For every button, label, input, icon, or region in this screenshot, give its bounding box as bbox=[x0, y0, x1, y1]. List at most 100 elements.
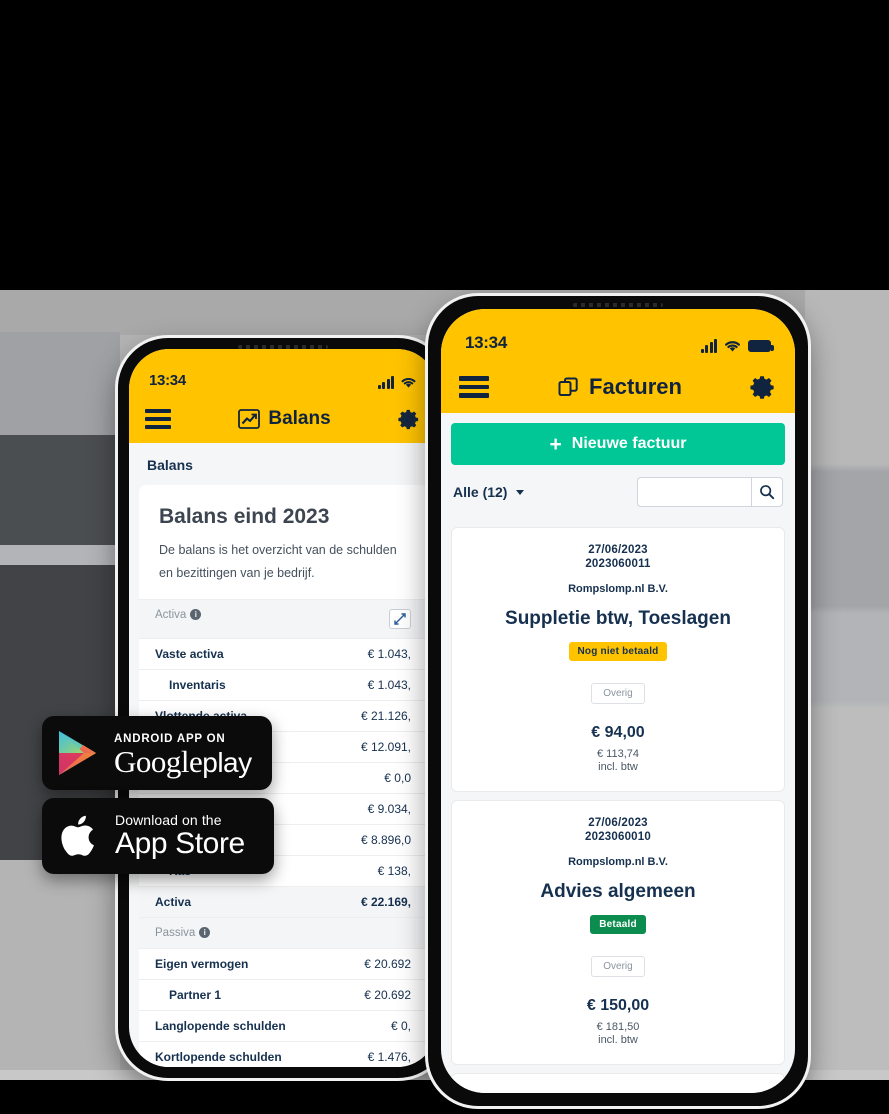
row-value: € 21.126, bbox=[322, 700, 427, 732]
bg-band bbox=[0, 332, 120, 435]
wifi-icon bbox=[401, 377, 416, 388]
bg-block bbox=[0, 435, 120, 545]
balans-description: De balans is het overzicht van de schuld… bbox=[159, 543, 397, 581]
hamburger-menu-icon[interactable] bbox=[145, 409, 171, 429]
row-value: € 1.476, bbox=[333, 1041, 427, 1067]
table-total-row: Activa € 22.169, bbox=[139, 886, 427, 918]
category-chip: Overig bbox=[591, 683, 645, 704]
phone-balans-screen: 13:34 Balans Balans Balans eind 2023 De … bbox=[129, 349, 437, 1067]
row-value: € 8.896,0 bbox=[322, 824, 427, 856]
bg-block bbox=[0, 545, 120, 565]
invoice-filter-dropdown[interactable]: Alle (12) bbox=[453, 484, 525, 500]
section-name: Passiva bbox=[155, 927, 196, 940]
search-input[interactable] bbox=[637, 477, 751, 507]
table-row[interactable]: Kortlopende schulden € 1.476, bbox=[139, 1041, 427, 1067]
total-label: Activa bbox=[139, 886, 323, 918]
info-icon[interactable]: i bbox=[199, 927, 211, 939]
invoice-card[interactable]: 27/06/2023 2023060010 Rompslomp.nl B.V. … bbox=[451, 800, 785, 1065]
invoice-number: 2023060011 bbox=[585, 558, 651, 570]
invoice-filter-label: Alle (12) bbox=[453, 484, 508, 500]
app-bar: Facturen bbox=[441, 361, 795, 413]
row-label: Inventaris bbox=[139, 669, 323, 701]
signal-bars-icon bbox=[700, 339, 717, 353]
invoice-amount-incl: € 181,50 bbox=[596, 1021, 640, 1033]
app-store-text: Download on the App Store bbox=[115, 813, 245, 859]
invoice-amount-note: incl. btw bbox=[598, 1034, 638, 1046]
section-header-row: Activa i bbox=[139, 599, 427, 639]
filter-bar: Alle (12) bbox=[441, 465, 795, 519]
balans-table-passiva: Passiva i Eigen vermogen € 20.692 Partner 1 €… bbox=[139, 917, 427, 1067]
app-bar-title: Facturen bbox=[557, 374, 682, 400]
row-value: € 12.091, bbox=[322, 731, 427, 763]
invoice-client: Rompslomp.nl B.V. bbox=[568, 583, 668, 595]
phone-facturen-screen: 13:34 Facturen + Nieuwe factuur Alle (12… bbox=[441, 309, 795, 1093]
apple-logo-icon bbox=[61, 815, 94, 856]
row-value: € 0, bbox=[333, 1010, 427, 1042]
table-row[interactable]: Langlopende schulden € 0, bbox=[139, 1010, 427, 1042]
search-button[interactable] bbox=[751, 477, 783, 507]
status-bar: 13:34 bbox=[129, 349, 437, 395]
new-invoice-label: Nieuwe factuur bbox=[571, 435, 687, 452]
category-chip: Overig bbox=[591, 956, 645, 977]
hamburger-menu-icon[interactable] bbox=[459, 376, 489, 398]
row-value: € 9.034, bbox=[322, 793, 427, 825]
status-icon-group bbox=[700, 339, 774, 353]
invoice-amount-incl: € 113,74 bbox=[596, 748, 639, 760]
signal-bars-icon bbox=[377, 376, 394, 389]
google-play-triangle-icon bbox=[59, 731, 96, 775]
invoice-client: Rompslomp.nl B.V. bbox=[568, 856, 668, 868]
battery-icon bbox=[748, 340, 774, 352]
status-clock: 13:34 bbox=[465, 333, 507, 352]
table-row[interactable]: Vaste activa € 1.043, bbox=[139, 638, 427, 670]
row-label: Vaste activa bbox=[139, 638, 323, 670]
app-bar-title: Balans bbox=[238, 408, 331, 430]
row-value: € 0,0 bbox=[322, 762, 427, 794]
info-icon[interactable]: i bbox=[190, 609, 202, 621]
app-store-badge[interactable]: Download on the App Store bbox=[42, 798, 274, 874]
google-play-text: ANDROID APP ON Googleplay bbox=[114, 730, 252, 777]
status-bar: 13:34 bbox=[441, 309, 795, 361]
chevron-down-icon bbox=[516, 490, 525, 495]
expand-arrows-icon-button[interactable] bbox=[389, 609, 411, 630]
gear-icon[interactable] bbox=[750, 374, 777, 401]
search-icon bbox=[760, 485, 775, 500]
speaker-grille bbox=[238, 345, 328, 349]
invoice-date: 27/06/2023 bbox=[588, 544, 648, 556]
app-store-line1: Download on the bbox=[115, 812, 222, 828]
app-bar-title-text: Facturen bbox=[589, 374, 682, 399]
invoice-title: Advies algemeen bbox=[540, 881, 696, 902]
table-row[interactable]: Partner 1 € 20.692 bbox=[139, 979, 427, 1011]
phone-balans: 13:34 Balans Balans Balans eind 2023 De … bbox=[118, 338, 448, 1078]
invoice-date: 27/06/2023 bbox=[588, 817, 648, 829]
status-badge: Betaald bbox=[590, 915, 646, 934]
app-bar-title-text: Balans bbox=[268, 408, 331, 429]
section-header-row: Passiva i bbox=[139, 917, 427, 949]
row-value: € 1.043, bbox=[322, 669, 427, 701]
documents-stack-icon bbox=[558, 377, 578, 396]
balans-heading: Balans eind 2023 bbox=[159, 505, 330, 528]
plus-icon: + bbox=[549, 432, 562, 456]
page-title: Balans bbox=[129, 443, 437, 485]
gear-icon[interactable] bbox=[398, 408, 421, 431]
bg-block bbox=[0, 565, 120, 700]
invoice-card[interactable] bbox=[451, 1073, 785, 1093]
wifi-icon bbox=[725, 341, 740, 352]
invoice-amount-note: incl. btw bbox=[598, 761, 638, 773]
table-row[interactable]: Eigen vermogen € 20.692 bbox=[139, 948, 427, 980]
google-play-badge[interactable]: ANDROID APP ON Googleplay bbox=[42, 716, 272, 790]
new-invoice-button[interactable]: + Nieuwe factuur bbox=[451, 423, 785, 465]
row-value: € 20.692 bbox=[333, 948, 427, 980]
invoice-amount: € 94,00 bbox=[591, 724, 645, 741]
google-play-brand: Google bbox=[114, 743, 203, 779]
status-badge: Nog niet betaald bbox=[568, 642, 668, 661]
search-group bbox=[637, 477, 783, 507]
app-bar: Balans bbox=[129, 395, 437, 443]
row-label: Eigen vermogen bbox=[139, 948, 334, 980]
row-value: € 1.043, bbox=[322, 638, 427, 670]
invoice-card[interactable]: 27/06/2023 2023060011 Rompslomp.nl B.V. … bbox=[451, 527, 785, 792]
table-row[interactable]: Inventaris € 1.043, bbox=[139, 669, 427, 701]
google-play-suffix: play bbox=[202, 746, 252, 778]
invoice-number: 2023060010 bbox=[585, 831, 651, 843]
status-icon-group bbox=[377, 376, 418, 389]
screenshot-stage: 13:34 Balans Balans Balans eind 2023 De … bbox=[0, 0, 889, 1114]
